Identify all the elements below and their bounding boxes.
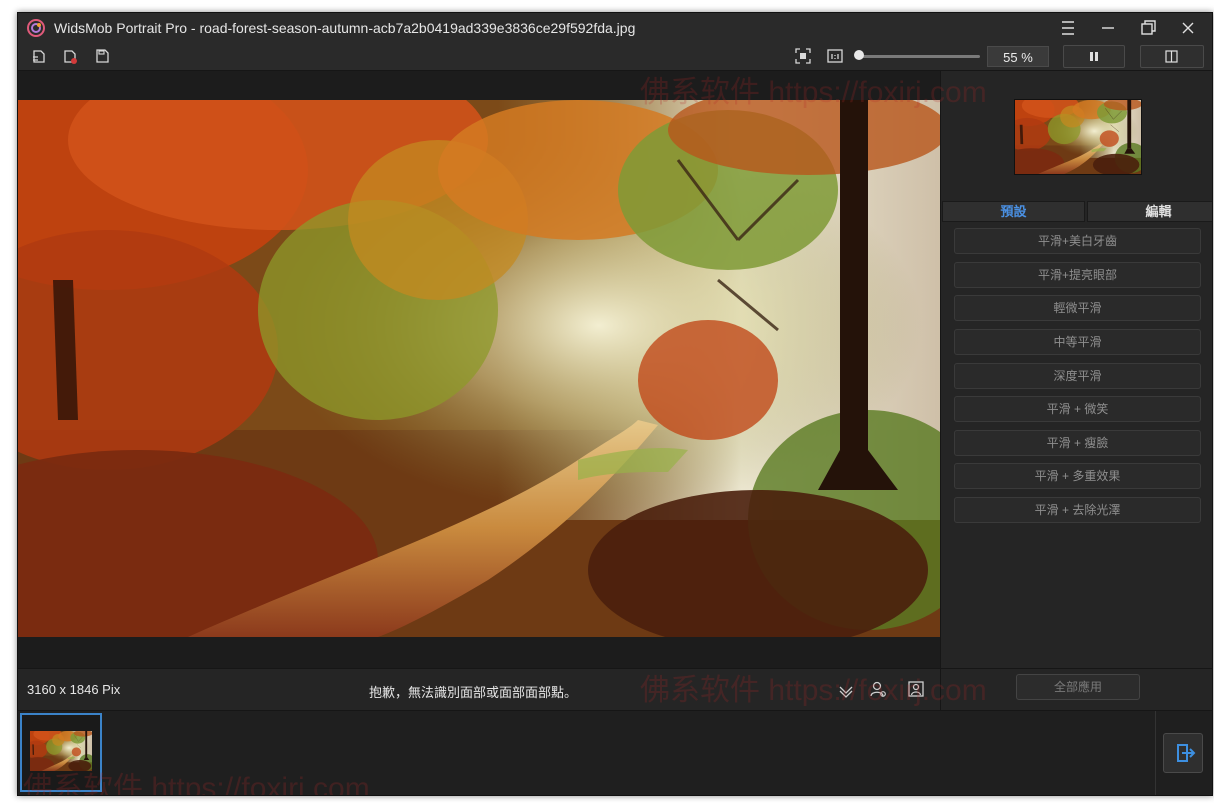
toolbar: 55 % — [18, 43, 1212, 71]
preset-deep-smooth[interactable]: 深度平滑 — [954, 363, 1201, 389]
restore-button[interactable] — [1133, 16, 1163, 40]
preset-smooth-smile[interactable]: 平滑 + 微笑 — [954, 396, 1201, 422]
main-photo — [18, 100, 940, 637]
apply-all-button[interactable]: 全部應用 — [1016, 674, 1140, 700]
export-icon — [1177, 744, 1196, 762]
remove-image-icon[interactable] — [61, 47, 79, 65]
title-bar: WidsMob Portrait Pro - road-forest-seaso… — [18, 13, 1212, 43]
preset-medium-smooth[interactable]: 中等平滑 — [954, 329, 1201, 355]
preset-smooth-multi-effects[interactable]: 平滑 + 多重效果 — [954, 463, 1201, 489]
restore-icon — [1141, 20, 1156, 35]
compare-icon — [1165, 50, 1178, 63]
window-title: WidsMob Portrait Pro - road-forest-seaso… — [54, 20, 636, 36]
portrait-icon[interactable] — [907, 680, 925, 698]
filmstrip-thumbnail[interactable] — [20, 713, 102, 792]
face-detection-message: 抱歉，無法識別面部或面部面部點。 — [369, 685, 578, 700]
image-canvas[interactable] — [18, 71, 940, 668]
minimize-button[interactable] — [1093, 16, 1123, 40]
pause-button[interactable] — [1063, 45, 1125, 68]
tab-edit[interactable]: 編輯 — [1087, 201, 1212, 222]
fit-screen-icon[interactable] — [794, 47, 812, 65]
preset-smooth-brighten-eyes[interactable]: 平滑+提亮眼部 — [954, 262, 1201, 288]
save-icon[interactable] — [93, 47, 111, 65]
status-bar: 3160 x 1846 Pix 抱歉，無法識別面部或面部面部點。 — [18, 668, 940, 711]
zoom-slider-thumb[interactable] — [854, 50, 864, 60]
open-image-icon[interactable] — [30, 47, 48, 65]
navigator-preview[interactable] — [1014, 99, 1142, 175]
close-icon — [1182, 22, 1194, 34]
preset-smooth-slim-face[interactable]: 平滑 + 瘦臉 — [954, 430, 1201, 456]
tab-presets[interactable]: 預設 — [942, 201, 1085, 222]
close-button[interactable] — [1173, 16, 1203, 40]
minimize-icon — [1102, 27, 1114, 29]
export-button[interactable] — [1163, 733, 1203, 773]
panel-divider — [941, 668, 1212, 669]
app-window: WidsMob Portrait Pro - road-forest-seaso… — [17, 12, 1213, 796]
preset-smooth-whiten-teeth[interactable]: 平滑+美白牙齒 — [954, 228, 1201, 254]
zoom-slider-track[interactable] — [858, 55, 980, 58]
download-icon[interactable] — [837, 680, 855, 698]
compare-button[interactable] — [1140, 45, 1204, 68]
preset-light-smooth[interactable]: 輕微平滑 — [954, 295, 1201, 321]
actual-size-icon[interactable] — [826, 47, 844, 65]
person-settings-icon[interactable] — [869, 680, 887, 698]
filmstrip-separator — [1155, 711, 1156, 795]
app-logo-icon — [27, 19, 45, 37]
menu-icon — [1062, 21, 1074, 35]
pause-icon — [1090, 52, 1098, 61]
preset-smooth-remove-shine[interactable]: 平滑 + 去除光澤 — [954, 497, 1201, 523]
image-dimensions: 3160 x 1846 Pix — [27, 682, 121, 697]
filmstrip — [18, 710, 1212, 795]
menu-button[interactable] — [1053, 16, 1083, 40]
zoom-level[interactable]: 55 % — [987, 46, 1049, 67]
right-panel: 預設 編輯 平滑+美白牙齒 平滑+提亮眼部 輕微平滑 中等平滑 深度平滑 平滑 … — [940, 71, 1212, 710]
